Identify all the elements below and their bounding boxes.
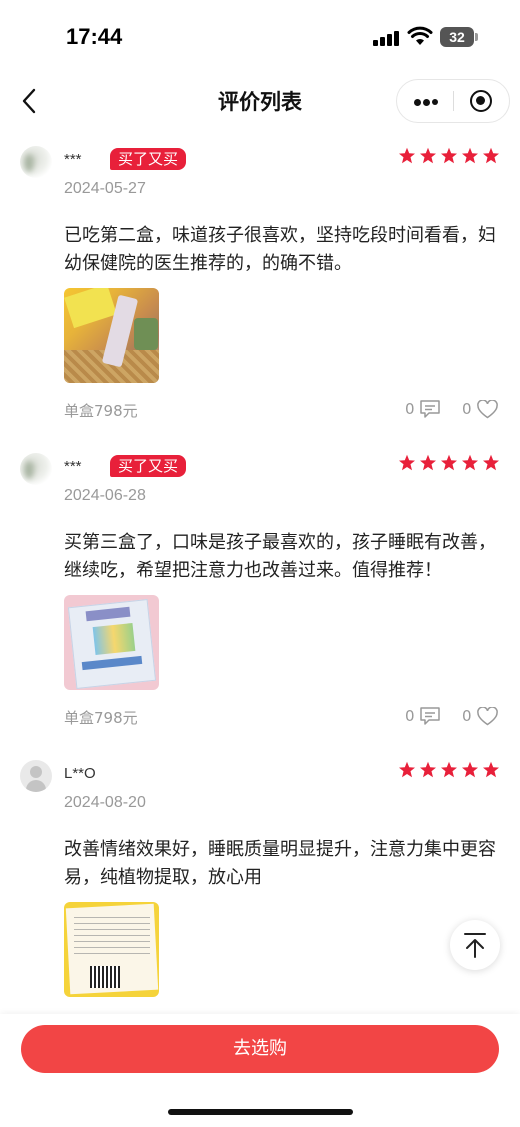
review-date: 2024-05-27 [64, 180, 146, 197]
like-count: 0 [462, 707, 472, 725]
review-text: 已吃第二盒，味道孩子很喜欢，坚持吃段时间看看，妇幼保健院的医生推荐的，的确不错。 [64, 225, 496, 274]
review-photo[interactable] [64, 288, 159, 383]
status-bar: 17:44 32 [0, 0, 520, 76]
star-icon [441, 454, 457, 471]
comment-count: 0 [405, 400, 415, 418]
star-icon [420, 761, 436, 778]
status-time: 17:44 [66, 24, 123, 49]
battery-indicator: 32 [440, 27, 474, 47]
close-icon[interactable] [470, 90, 492, 112]
back-to-top-icon [464, 933, 486, 958]
star-icon [483, 454, 499, 471]
review-text: 买第三盒了，口味是孩子最喜欢的，孩子睡眠有改善，继续吃，希望把注意力也改善过来。… [64, 532, 496, 581]
more-icon[interactable] [397, 80, 453, 122]
wifi-icon [407, 26, 433, 45]
review-username: *** [64, 151, 82, 168]
rating-stars [398, 761, 500, 781]
star-icon [462, 147, 478, 164]
star-icon [399, 454, 415, 471]
star-icon [399, 147, 415, 164]
star-icon [441, 147, 457, 164]
home-indicator [168, 1109, 353, 1115]
review-date: 2024-08-20 [64, 794, 146, 811]
star-icon [462, 454, 478, 471]
rating-stars [398, 147, 500, 167]
avatar-icon [20, 760, 52, 792]
nav-bar: 评价列表 [0, 76, 520, 126]
price-text: 单盒798元 [64, 402, 138, 420]
like-count: 0 [462, 400, 472, 418]
heart-icon[interactable] [477, 707, 498, 726]
review-text: 改善情绪效果好，睡眠质量明显提升，注意力集中更容易，纯植物提取，放心用 [64, 839, 496, 888]
review-photo[interactable] [64, 902, 159, 997]
star-icon [420, 147, 436, 164]
repurchase-badge: 买了又买 [110, 455, 187, 477]
battery-tip [475, 33, 478, 41]
comment-icon[interactable] [420, 707, 440, 725]
back-to-top-button[interactable] [450, 920, 500, 970]
review-username: L**O [64, 765, 96, 782]
signal-icon [373, 30, 399, 46]
review-username: *** [64, 458, 82, 475]
comment-icon[interactable] [420, 400, 440, 418]
star-icon [483, 147, 499, 164]
bottom-bar: 去选购 [0, 1014, 520, 1127]
price-text: 单盒798元 [64, 709, 138, 727]
repurchase-badge: 买了又买 [110, 148, 187, 170]
star-icon [462, 761, 478, 778]
rating-stars [398, 454, 500, 474]
review-date: 2024-06-28 [64, 487, 146, 504]
comment-count: 0 [405, 707, 415, 725]
star-icon [483, 761, 499, 778]
heart-icon[interactable] [477, 400, 498, 419]
capsule-divider [453, 91, 454, 111]
avatar [20, 146, 52, 178]
avatar [20, 453, 52, 485]
buy-button[interactable]: 去选购 [21, 1025, 499, 1073]
star-icon [441, 761, 457, 778]
star-icon [399, 761, 415, 778]
review-photo[interactable] [64, 595, 159, 690]
star-icon [420, 454, 436, 471]
mini-program-capsule [396, 79, 510, 123]
